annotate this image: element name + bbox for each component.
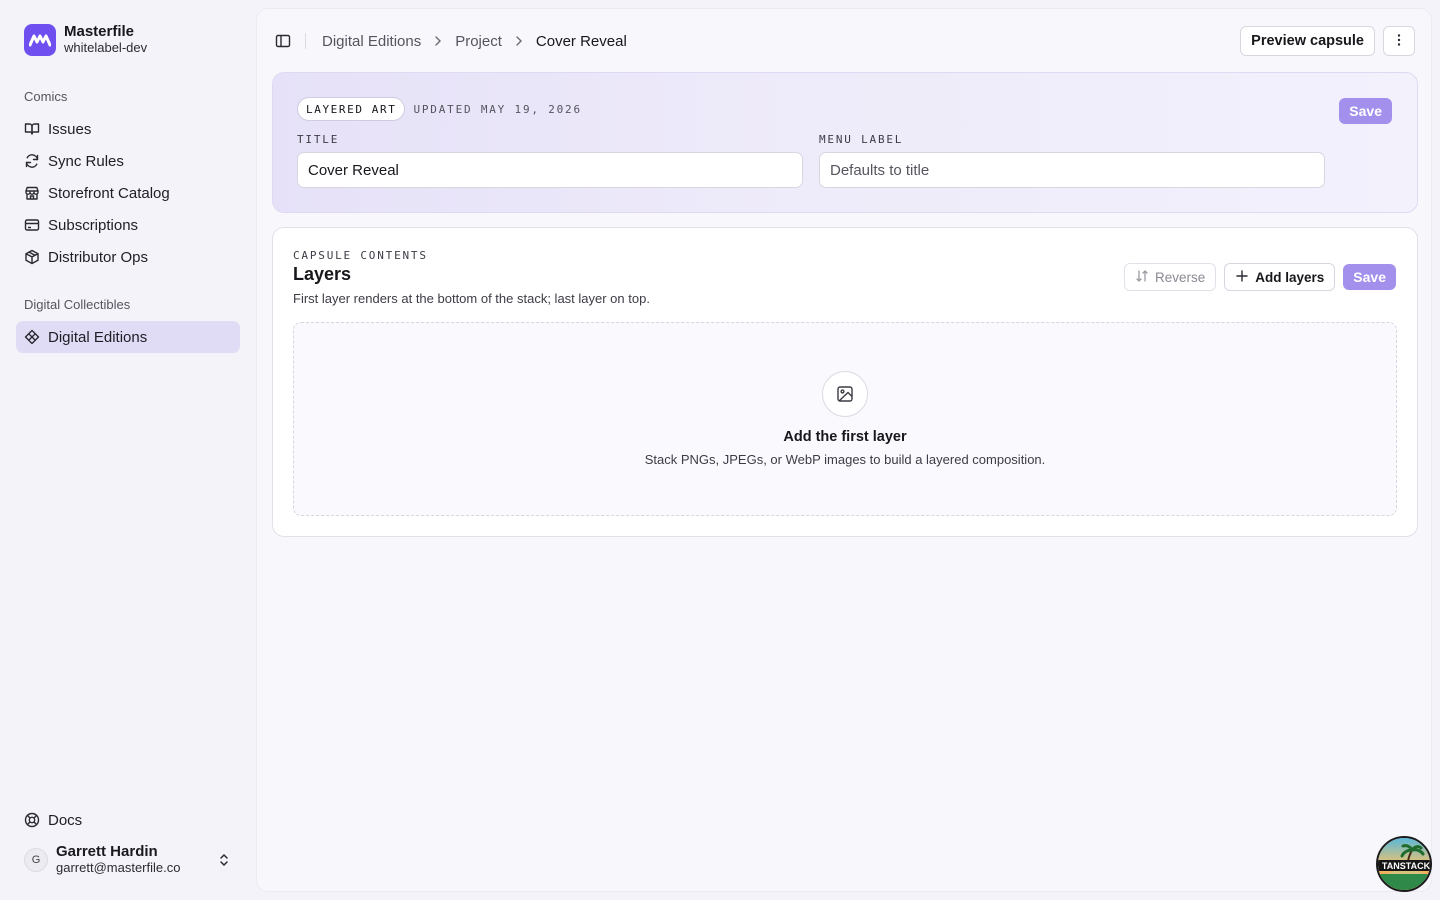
chevron-right-icon [512,34,526,48]
menu-label-label: MENU LABEL [819,133,904,146]
workspace-name: whitelabel-dev [64,40,148,55]
sidebar-item-issues[interactable]: Issues [16,113,240,145]
preview-capsule-button[interactable]: Preview capsule [1240,26,1375,56]
sidebar: Masterfile whitelabel-dev Comics Issues … [0,0,256,900]
avatar: G [24,848,48,872]
section-eyebrow: CAPSULE CONTENTS [293,249,428,262]
updated-timestamp: UPDATED MAY 19, 2026 [413,102,582,116]
workspace-switcher[interactable]: Masterfile whitelabel-dev [16,24,240,56]
chevrons-up-down-icon [216,852,232,868]
nav-group-comics: Comics [24,89,68,104]
sidebar-item-label: Sync Rules [48,152,124,170]
breadcrumb-project[interactable]: Project [455,33,502,50]
section-description: First layer renders at the bottom of the… [293,291,650,306]
image-icon [822,371,868,417]
layer-dropzone[interactable]: Add the first layer Stack PNGs, JPEGs, o… [293,322,1397,516]
docs-label: Docs [48,811,83,829]
add-layers-button[interactable]: Add layers [1224,263,1336,291]
add-layers-label: Add layers [1255,269,1325,285]
sidebar-toggle-icon[interactable] [275,33,291,49]
breadcrumb-current: Cover Reveal [535,32,627,50]
sidebar-item-label: Digital Editions [48,328,148,346]
topbar: Digital Editions Project Cover Reveal Pr… [257,9,1431,73]
breadcrumb: Digital Editions Project Cover Reveal [322,33,627,50]
main-panel: Digital Editions Project Cover Reveal Pr… [256,8,1432,892]
user-menu[interactable]: G Garrett Hardin garrett@masterfile.co [16,840,240,880]
credit-card-icon [24,217,40,233]
empty-state-title: Add the first layer [783,429,907,445]
sidebar-item-label: Subscriptions [48,216,139,234]
title-field-group: TITLE [297,133,803,188]
book-open-icon [24,121,40,137]
tanstack-devtools-button[interactable]: TANSTACK [1376,836,1432,892]
sidebar-item-storefront-catalog[interactable]: Storefront Catalog [16,177,240,209]
package-icon [24,249,40,265]
diamond-icon [24,329,40,345]
nav-group-digital-collectibles: Digital Collectibles [24,297,131,312]
sidebar-item-label: Storefront Catalog [48,184,170,202]
masterfile-logo-icon [24,24,56,56]
empty-state-subtitle: Stack PNGs, JPEGs, or WebP images to bui… [644,452,1046,467]
chevron-right-icon [431,34,445,48]
sidebar-item-sync-rules[interactable]: Sync Rules [16,145,240,177]
menu-label-field-group: MENU LABEL [819,133,1325,188]
sidebar-item-distributor-ops[interactable]: Distributor Ops [16,241,240,273]
more-vertical-icon [1391,32,1407,51]
breadcrumb-digital-editions[interactable]: Digital Editions [322,33,421,50]
storefront-icon [24,185,40,201]
reverse-label: Reverse [1154,269,1206,285]
save-button[interactable]: Save [1339,98,1392,124]
layers-save-button[interactable]: Save [1343,264,1396,290]
more-options-button[interactable] [1383,26,1415,56]
menu-label-input[interactable] [819,152,1325,188]
sidebar-item-label: Issues [48,120,92,138]
reverse-button[interactable]: Reverse [1123,263,1217,291]
brand-name: Masterfile [64,23,135,40]
sidebar-item-digital-editions[interactable]: Digital Editions [16,321,240,353]
sidebar-item-subscriptions[interactable]: Subscriptions [16,209,240,241]
title-input[interactable] [297,152,803,188]
lifebuoy-icon [24,812,40,828]
section-title: Layers [293,264,352,284]
divider [305,33,306,49]
layers-card: CAPSULE CONTENTS Layers First layer rend… [272,227,1418,537]
refresh-icon [24,153,40,169]
sidebar-item-label: Distributor Ops [48,248,149,266]
sidebar-item-docs[interactable]: Docs [16,804,240,836]
capsule-header-card: LAYERED ART UPDATED MAY 19, 2026 Save TI… [272,72,1418,213]
arrow-up-down-icon [1135,269,1149,286]
tanstack-label: TANSTACK [1382,861,1431,871]
user-email: garrett@masterfile.co [56,860,181,875]
type-badge: LAYERED ART [297,97,406,121]
user-name: Garrett Hardin [56,843,158,860]
plus-icon [1235,269,1249,286]
title-label: TITLE [297,133,340,146]
